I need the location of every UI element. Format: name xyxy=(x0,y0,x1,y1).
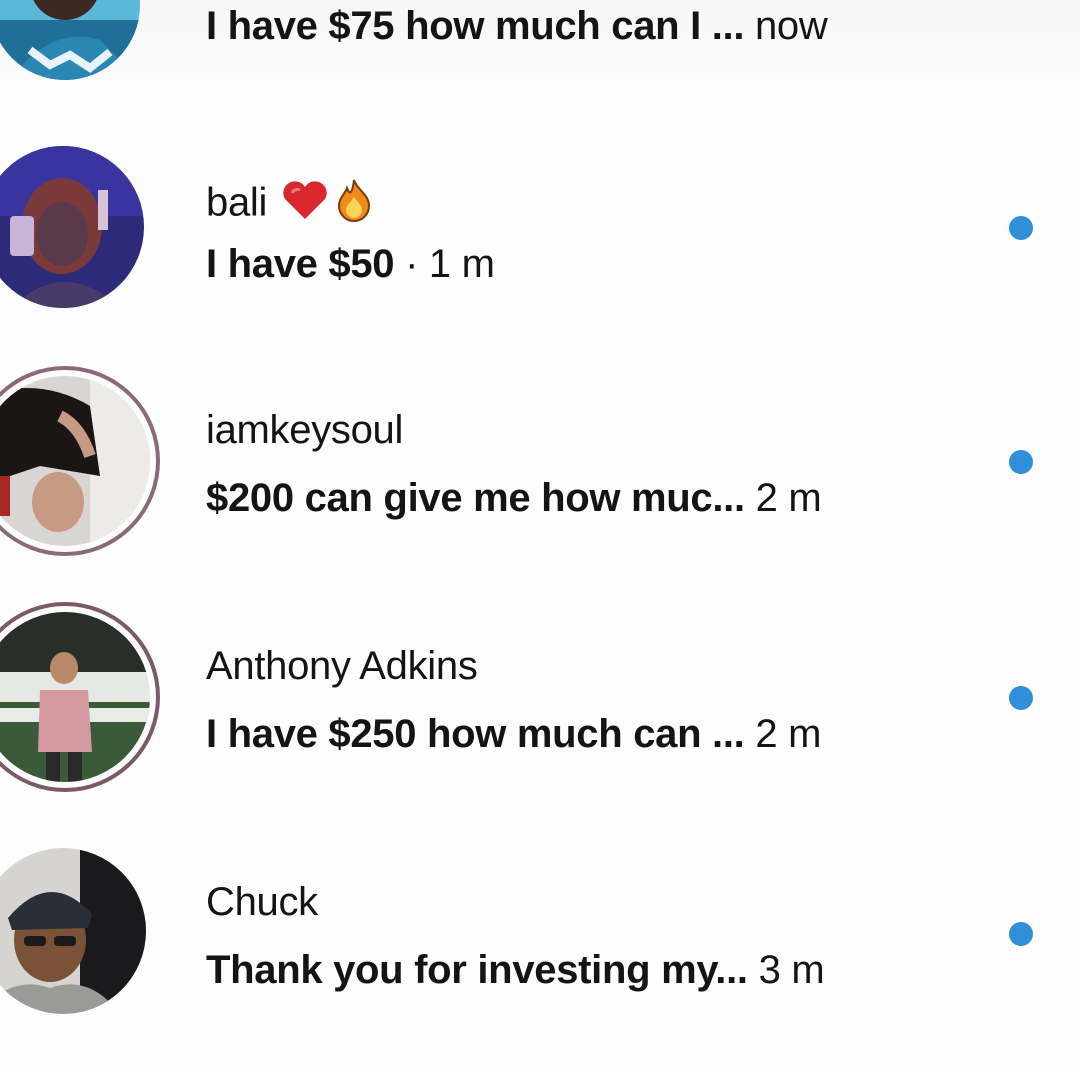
message-text-2: $200 can give me how muc... xyxy=(206,476,745,520)
message-time-4: 3 m xyxy=(758,948,825,992)
message-text-0: I have $75 how much can I ... xyxy=(206,4,745,48)
conversation-row-2[interactable]: iamkeysoul $200 can give me how muc... 2… xyxy=(0,364,1080,600)
red-heart-icon xyxy=(280,179,330,231)
conversation-name-4: Chuck xyxy=(206,880,318,924)
unread-dot-3 xyxy=(1009,686,1033,710)
message-time-3: 2 m xyxy=(755,712,822,756)
message-preview-4: Thank you for investing my... 3 m xyxy=(206,948,825,993)
conversation-name-2: iamkeysoul xyxy=(206,408,404,452)
message-preview-1: I have $50 · 1 m xyxy=(206,242,495,287)
message-text-3: I have $250 how much can ... xyxy=(206,712,745,756)
message-preview-3: I have $250 how much can ... 2 m xyxy=(206,712,821,757)
message-text-4: Thank you for investing my... xyxy=(206,948,748,992)
message-preview-2: $200 can give me how muc... 2 m xyxy=(206,476,822,521)
avatar-0-image xyxy=(0,0,140,80)
avatar-1-image xyxy=(0,146,144,308)
conversation-row-4[interactable]: Chuck Thank you for investing my... 3 m xyxy=(0,836,1080,1072)
conversation-row-3[interactable]: Anthony Adkins I have $250 how much can … xyxy=(0,600,1080,836)
conversation-row-1[interactable]: bali I have $50 · 1 m xyxy=(0,140,1080,376)
message-preview-0: I have $75 how much can I ... now xyxy=(206,4,828,49)
fire-icon xyxy=(335,178,373,232)
message-text-1: I have $50 xyxy=(206,242,395,286)
message-time-2: 2 m xyxy=(755,476,822,520)
avatar-0[interactable] xyxy=(0,0,140,80)
message-time-0: now xyxy=(754,4,828,48)
message-time-1: 1 m xyxy=(428,242,495,286)
conversation-list: I have $75 how much can I ... now bali I… xyxy=(0,0,1080,1048)
avatar-4-image xyxy=(0,848,146,1014)
unread-dot-2 xyxy=(1009,450,1033,474)
conversation-name-3: Anthony Adkins xyxy=(206,644,478,688)
unread-dot-1 xyxy=(1009,216,1033,240)
separator-dot-1: · xyxy=(394,242,429,286)
conversation-name-1: bali xyxy=(206,178,373,232)
name-text-1: bali xyxy=(206,180,268,225)
avatar-1[interactable] xyxy=(0,146,144,308)
conversation-row-0[interactable]: I have $75 how much can I ... now xyxy=(0,0,1080,80)
avatar-4[interactable] xyxy=(0,848,146,1014)
unread-dot-4 xyxy=(1009,922,1033,946)
